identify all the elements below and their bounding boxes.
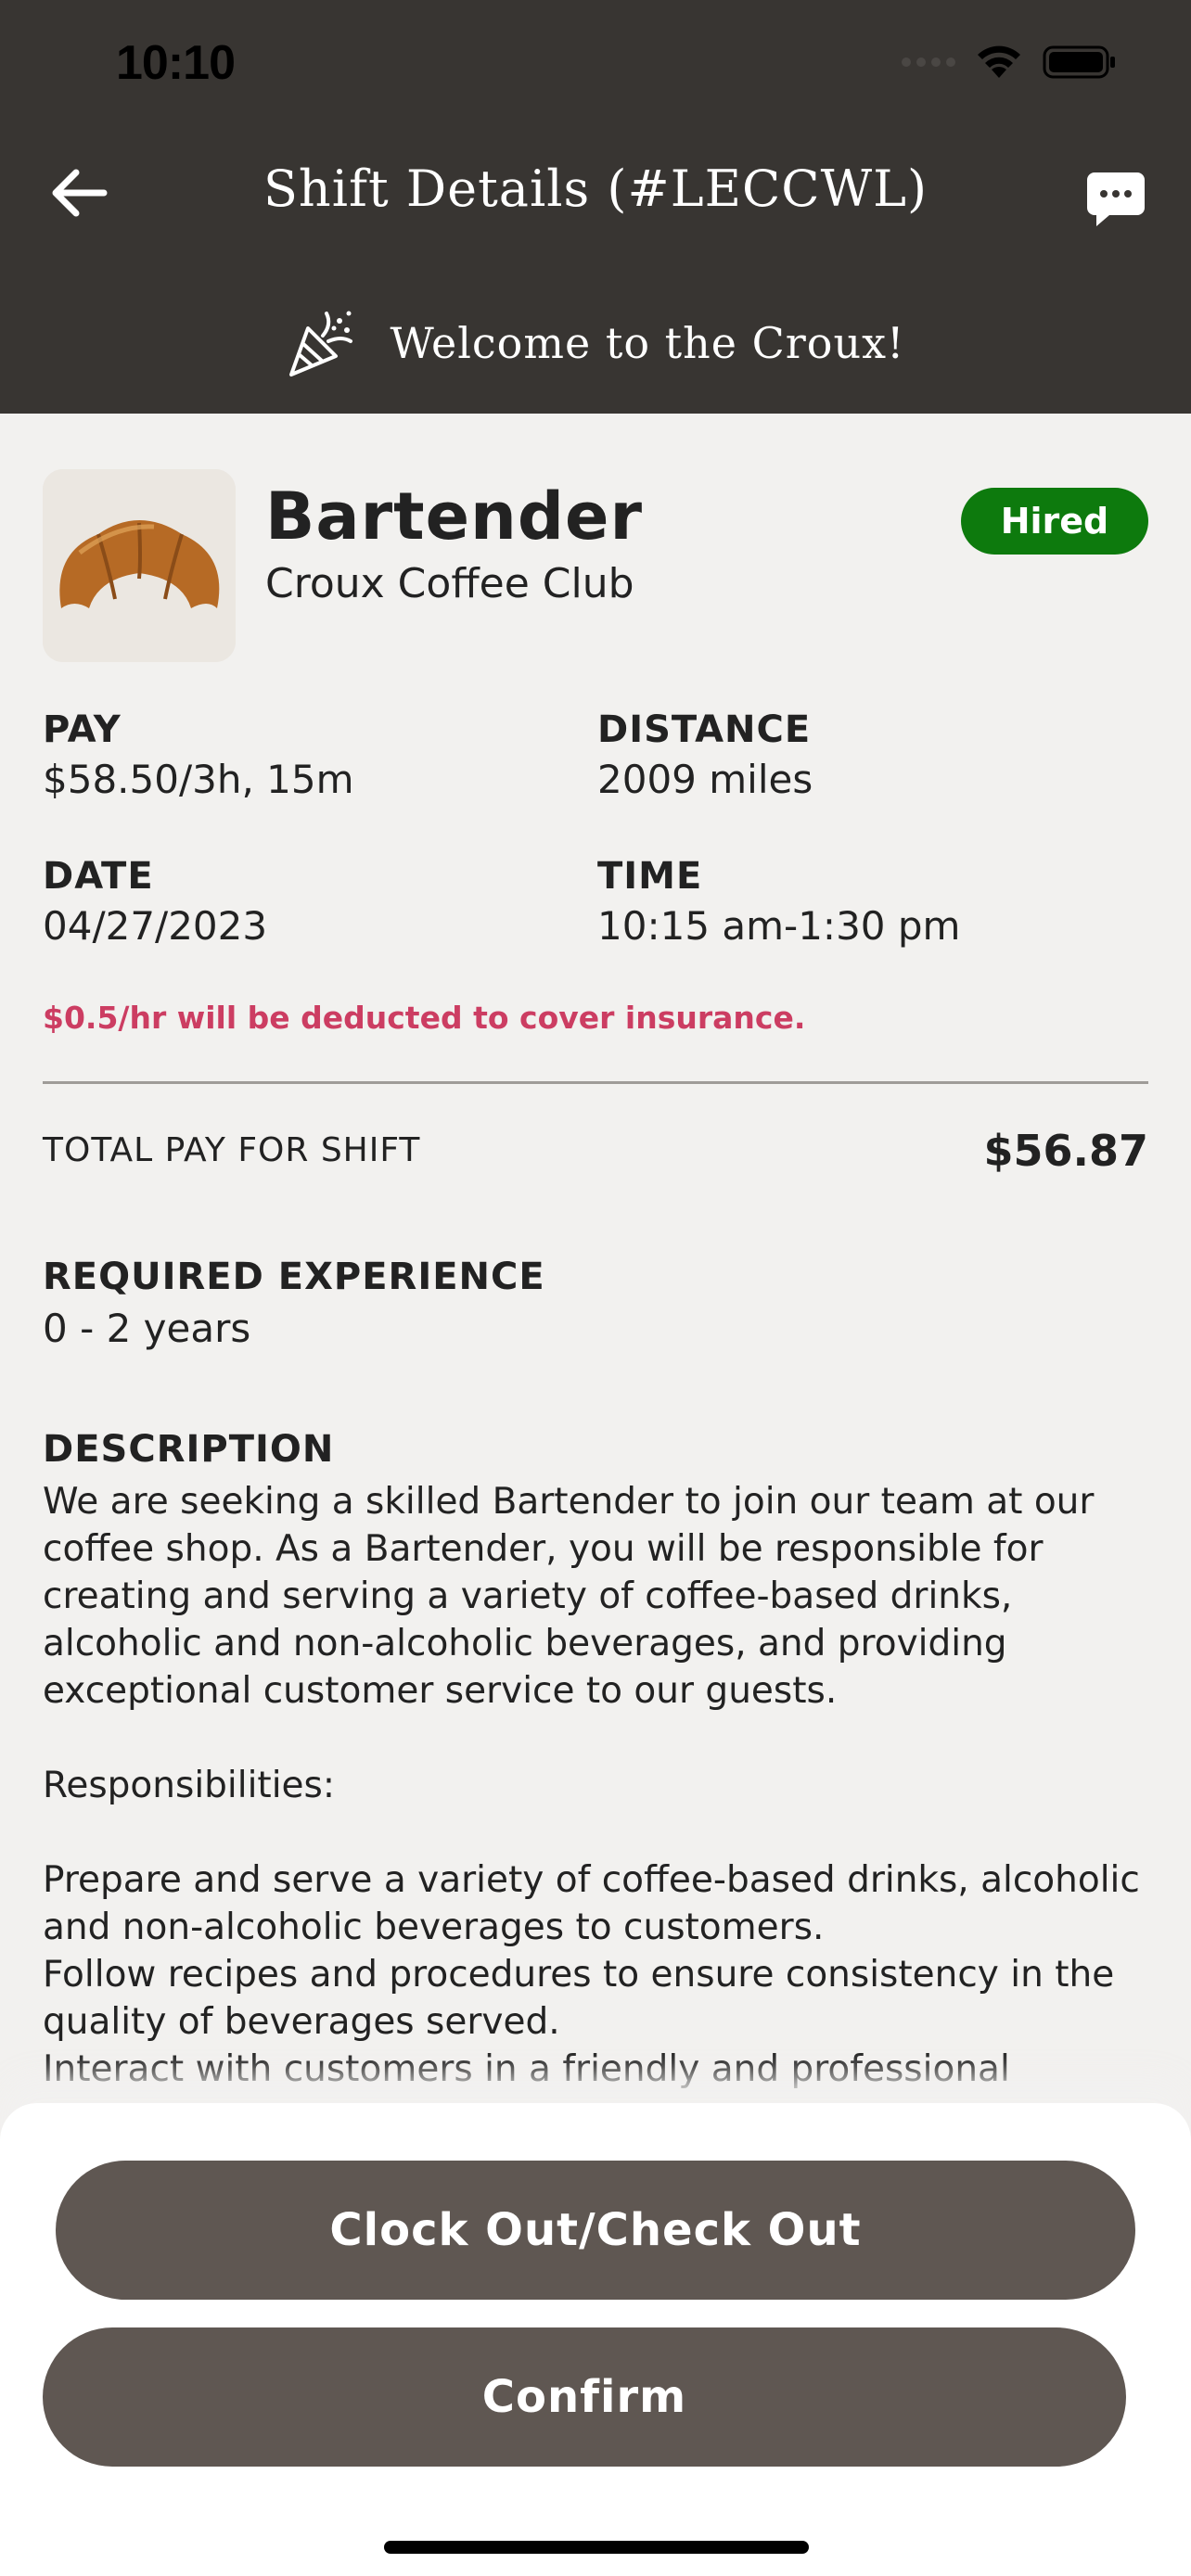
welcome-banner: Welcome to the Croux! (0, 306, 1191, 380)
time-label: TIME (597, 855, 703, 898)
page-title: Shift Details (#LECCWL) (263, 159, 928, 218)
pay-label: PAY (43, 708, 122, 751)
total-pay-value: $56.87 (983, 1126, 1148, 1176)
experience-label: REQUIRED EXPERIENCE (43, 1256, 545, 1298)
pay-cell: PAY $58.50/3h, 15m (43, 708, 354, 802)
cellular-signal-icon (902, 57, 955, 67)
divider (43, 1081, 1148, 1084)
welcome-text: Welcome to the Croux! (390, 318, 905, 368)
chat-bubble-icon[interactable] (1085, 169, 1146, 230)
app-header: 10:10 Shift Details (#LECCWL) Welcome to… (0, 0, 1191, 414)
status-bar-icons (902, 45, 1117, 80)
description-text: We are seeking a skilled Bartender to jo… (43, 1481, 1140, 2090)
description-label: DESCRIPTION (43, 1428, 335, 1471)
pay-value: $58.50/3h, 15m (43, 757, 354, 802)
distance-value: 2009 miles (597, 757, 813, 802)
date-label: DATE (43, 855, 154, 898)
date-cell: DATE 04/27/2023 (43, 855, 267, 949)
total-pay-label: TOTAL PAY FOR SHIFT (43, 1131, 421, 1169)
party-popper-icon (289, 311, 353, 376)
date-value: 04/27/2023 (43, 903, 268, 949)
company-name: Croux Coffee Club (265, 560, 634, 607)
clock-out-button[interactable]: Clock Out/Check Out (56, 2161, 1135, 2300)
experience-value: 0 - 2 years (43, 1306, 251, 1351)
distance-cell: DISTANCE 2009 miles (597, 708, 813, 802)
wifi-icon (978, 45, 1020, 78)
croissant-image (43, 469, 236, 662)
time-cell: TIME 10:15 am-1:30 pm (597, 855, 960, 949)
croissant-illustration (43, 469, 236, 662)
distance-label: DISTANCE (597, 708, 812, 751)
home-indicator (384, 2541, 809, 2554)
battery-icon (1043, 45, 1115, 79)
status-bar-time: 10:10 (116, 36, 236, 90)
confirm-button[interactable]: Confirm (43, 2327, 1126, 2467)
insurance-note: $0.5/hr will be deducted to cover insura… (43, 1000, 806, 1036)
time-value: 10:15 am-1:30 pm (597, 903, 961, 949)
status-badge: Hired (961, 488, 1148, 555)
action-sheet: Clock Out/Check Out Confirm (0, 2103, 1191, 2576)
job-title: Bartender (265, 478, 643, 555)
